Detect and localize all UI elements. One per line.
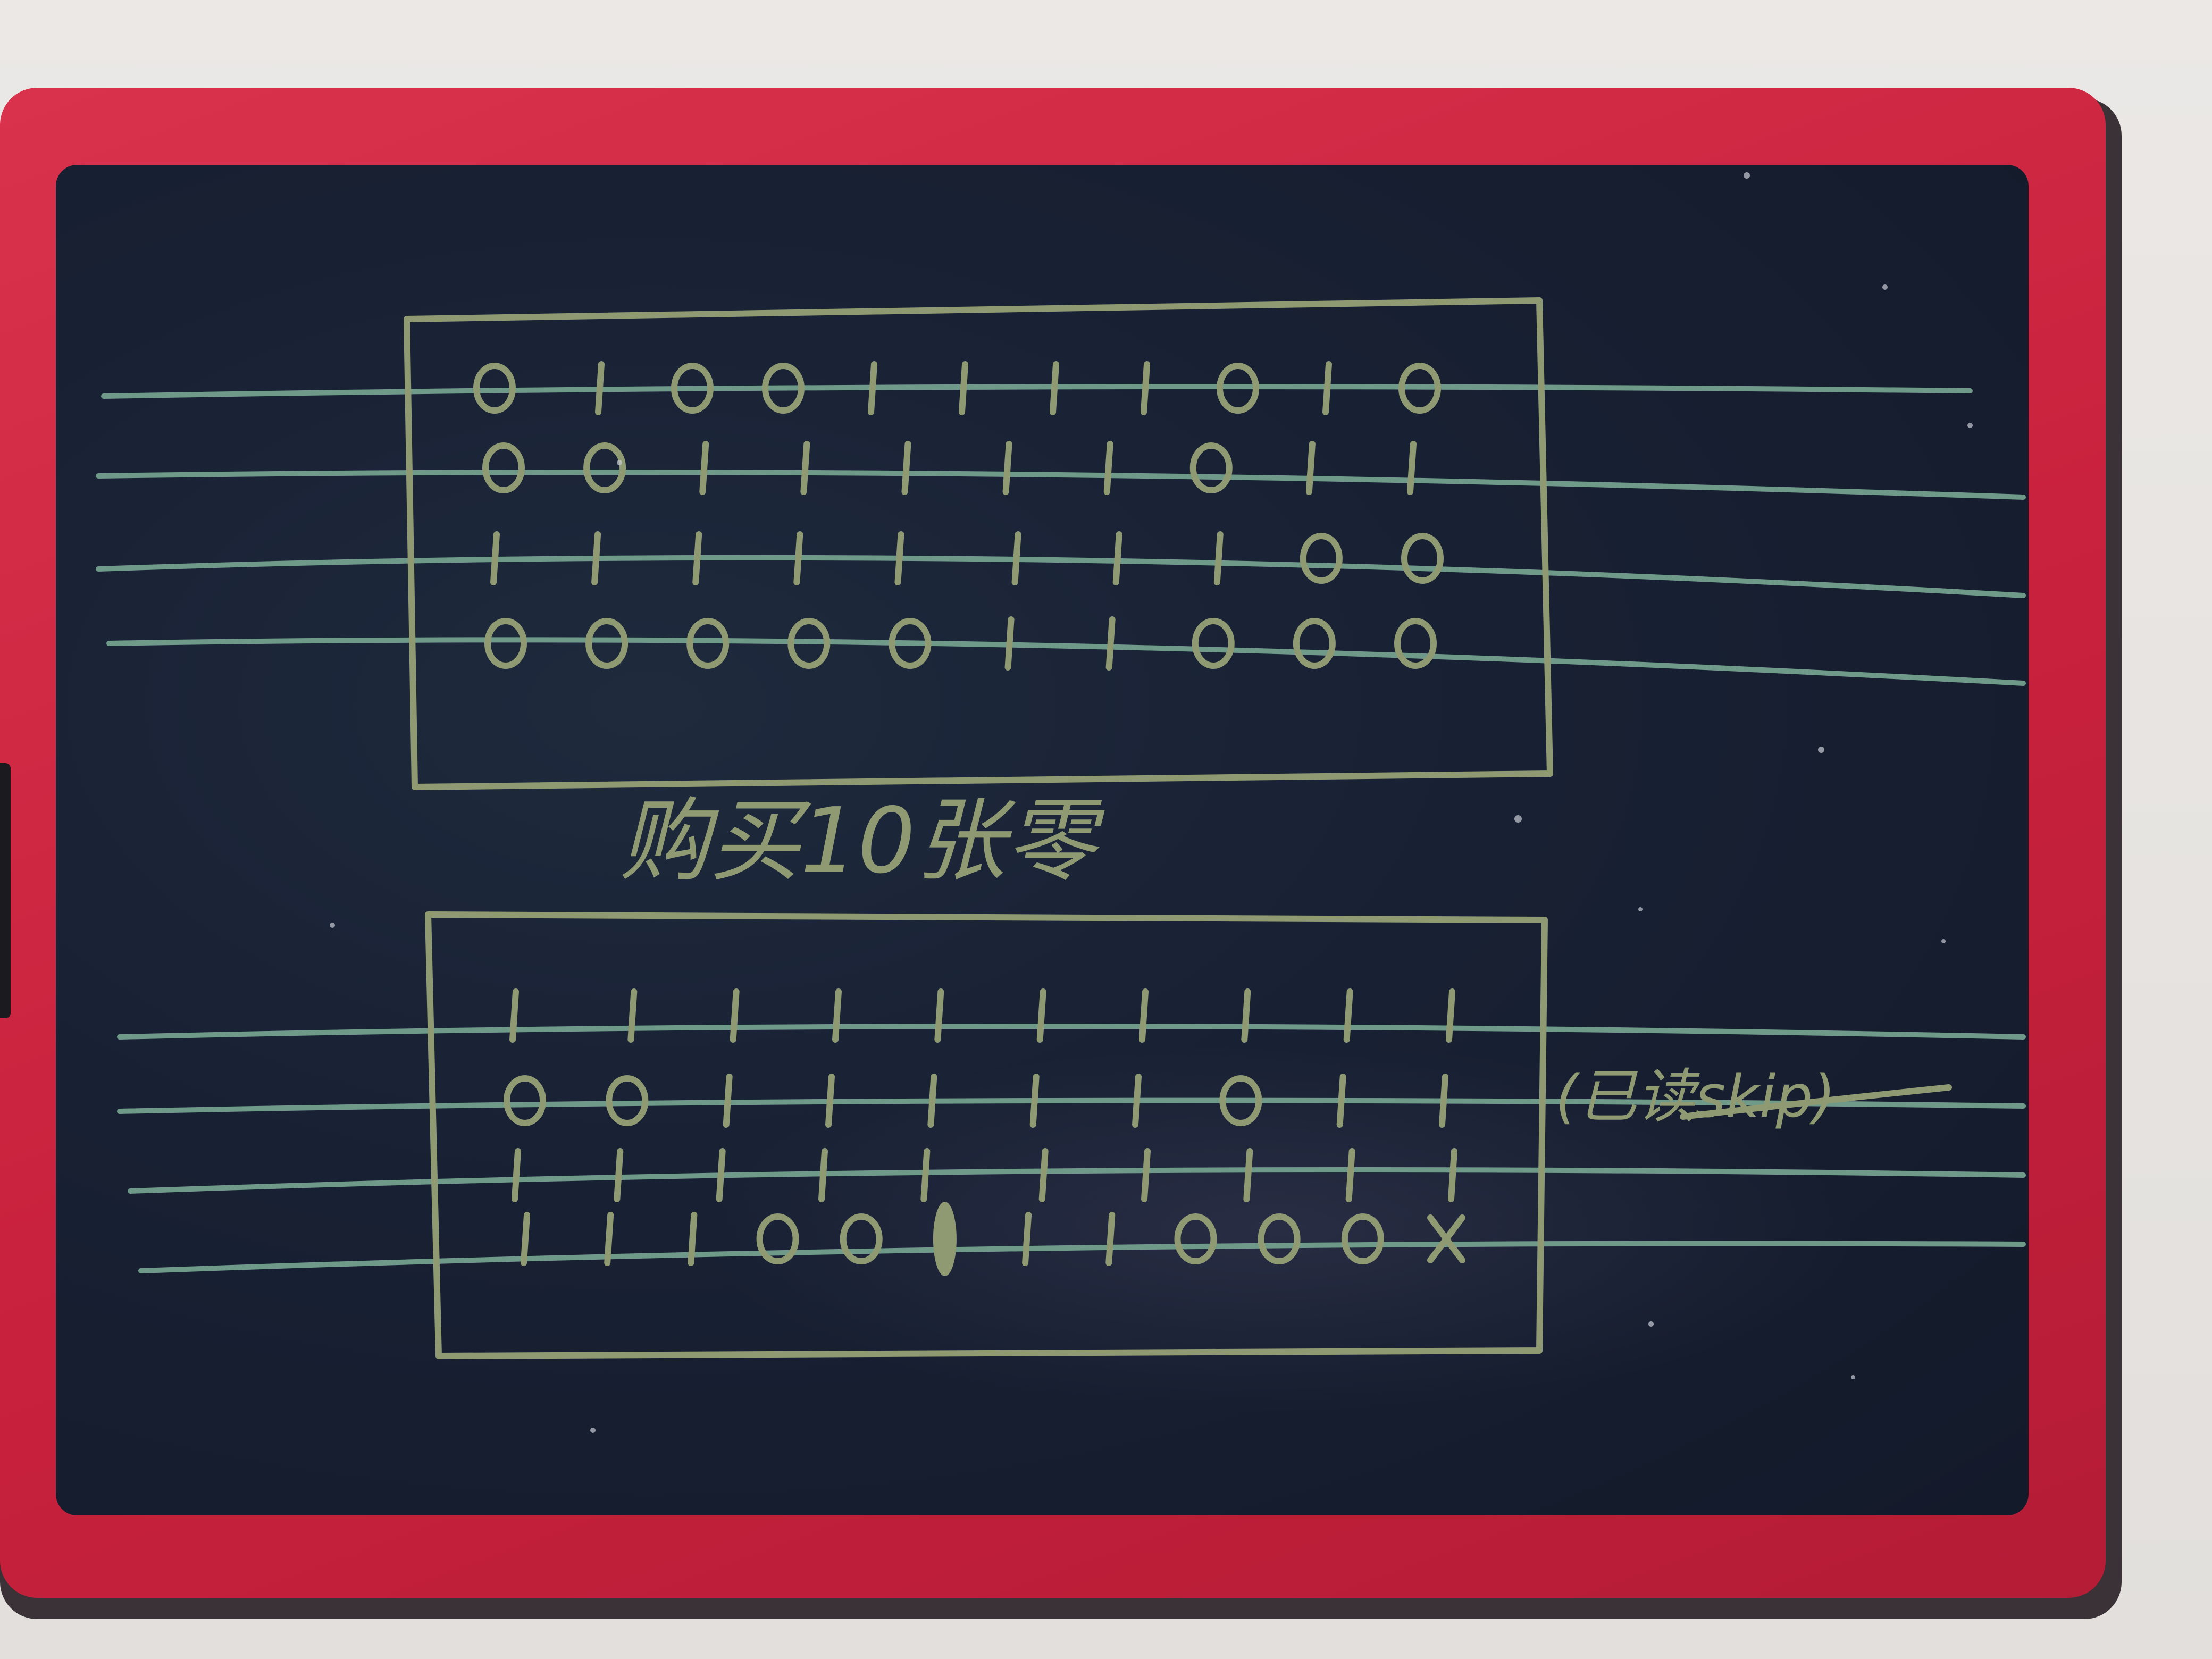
top-stem-mark — [1213, 531, 1224, 585]
bottom-stem-mark — [1343, 988, 1353, 1043]
top-open-note — [1300, 533, 1343, 584]
bottom-stem-mark — [1132, 1074, 1142, 1128]
top-stem-mark — [793, 531, 803, 585]
top-stem-mark — [901, 441, 911, 495]
top-string-3 — [96, 555, 2026, 598]
top-stem-mark — [1112, 531, 1122, 585]
top-stem-mark — [868, 361, 877, 415]
caption-text: 购买10张零 — [619, 789, 1105, 894]
bottom-stem-mark — [1038, 1148, 1049, 1202]
bottom-stem-mark — [512, 1148, 521, 1202]
top-stem-mark — [1141, 361, 1150, 415]
top-open-note — [686, 618, 730, 669]
top-string-1 — [101, 384, 1973, 399]
top-open-note — [585, 618, 629, 669]
bottom-stem-mark — [927, 1074, 937, 1128]
bottom-stem-mark — [1139, 988, 1149, 1043]
bottom-stem-mark — [1029, 1074, 1040, 1128]
handwritten-drawing: 购买10张零 (已读skip) — [96, 172, 2026, 1433]
bottom-stem-mark — [1448, 1148, 1457, 1202]
bottom-open-note — [840, 1213, 883, 1264]
bottom-stem-mark — [1446, 988, 1455, 1043]
bottom-stem-mark — [627, 988, 638, 1043]
bottom-stem-mark — [716, 1148, 726, 1202]
top-open-note — [1192, 618, 1235, 669]
bottom-stem-mark — [1022, 1212, 1032, 1266]
top-stem-mark — [1305, 441, 1316, 495]
bottom-string-4 — [138, 1241, 2026, 1273]
bottom-open-note — [1341, 1213, 1384, 1264]
bottom-stem-mark — [723, 1074, 733, 1128]
top-stem-mark — [894, 531, 904, 585]
bottom-stem-mark — [1141, 1148, 1151, 1202]
bottom-string-3 — [128, 1167, 2026, 1194]
top-stem-mark — [959, 361, 968, 415]
bottom-cross-mark — [1427, 1214, 1465, 1263]
bottom-stem-mark — [1439, 1074, 1448, 1128]
bottom-stem-mark — [934, 988, 944, 1043]
top-stem-mark — [1103, 441, 1113, 495]
top-open-note — [1293, 618, 1336, 669]
bottom-stem-mark — [818, 1148, 828, 1202]
bottom-string-1 — [117, 1024, 2026, 1040]
top-open-note — [484, 618, 527, 669]
top-stem-mark — [1050, 361, 1059, 415]
top-box — [404, 297, 1553, 790]
top-open-note — [482, 442, 525, 493]
top-open-note — [583, 442, 626, 493]
bottom-stem-mark — [730, 988, 740, 1043]
bottom-stem-mark — [1243, 1148, 1253, 1202]
top-stem-mark — [699, 441, 709, 495]
top-stem-mark — [1011, 531, 1021, 585]
bottom-stem-mark — [1036, 988, 1046, 1043]
top-stem-mark — [591, 531, 601, 585]
top-stem-mark — [800, 441, 810, 495]
top-stem-mark — [490, 531, 500, 585]
bottom-stem-mark — [614, 1148, 624, 1202]
bottom-open-note — [504, 1075, 546, 1126]
top-notes — [473, 361, 1444, 671]
top-stem-mark — [1002, 441, 1012, 495]
top-strings — [96, 384, 2026, 686]
side-button — [0, 763, 11, 1018]
bottom-stem-mark — [1241, 988, 1251, 1043]
top-open-note — [1401, 533, 1444, 584]
top-stem-mark — [1105, 616, 1116, 671]
bottom-stem-mark — [521, 1212, 530, 1266]
bottom-stem-mark — [832, 988, 842, 1043]
lcd-screen: 购买10张零 (已读skip) — [56, 165, 2029, 1515]
top-stem-mark — [595, 361, 605, 415]
bottom-open-note — [1174, 1213, 1217, 1264]
bottom-stem-mark — [1336, 1074, 1346, 1128]
top-open-note — [1394, 618, 1437, 669]
bottom-stem-mark — [509, 988, 519, 1043]
top-stem-mark — [692, 531, 702, 585]
bottom-stem-mark — [604, 1212, 614, 1266]
bottom-stem-mark — [920, 1148, 931, 1202]
bottom-open-note — [1258, 1213, 1301, 1264]
bottom-notes — [504, 988, 1465, 1276]
bottom-stem-mark — [1105, 1212, 1116, 1266]
side-note-text: (已读skip) — [1555, 1062, 1836, 1130]
top-string-4 — [106, 637, 2026, 686]
bottom-box — [425, 911, 1548, 1359]
top-stem-mark — [1004, 616, 1015, 671]
bottom-stem-mark — [688, 1212, 698, 1266]
bottom-stem-mark — [825, 1074, 835, 1128]
bottom-stem-mark — [1345, 1148, 1355, 1202]
top-open-note — [1189, 442, 1233, 493]
bottom-filled-note — [933, 1202, 957, 1276]
top-stem-mark — [1407, 441, 1417, 495]
top-string-2 — [96, 470, 2026, 500]
top-stem-mark — [1322, 361, 1332, 415]
